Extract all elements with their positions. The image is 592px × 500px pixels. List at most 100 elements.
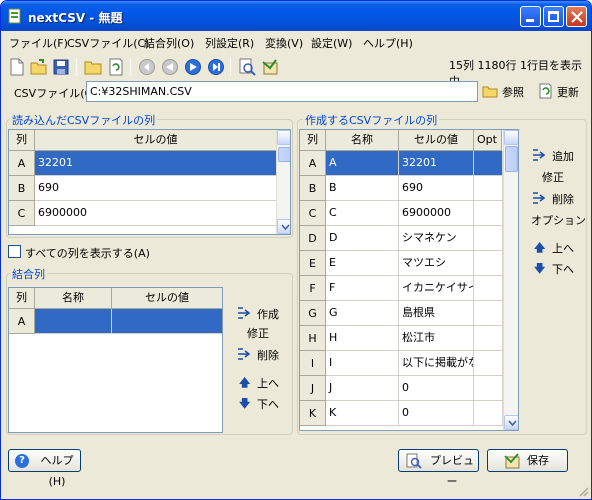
minimize-button[interactable] [520,6,541,27]
table-cell-opt[interactable] [474,176,503,201]
table-cell[interactable]: 690 [399,176,474,201]
row-header[interactable]: E [300,251,326,276]
first-record-icon[interactable] [138,58,156,76]
loaded-columns-grid[interactable]: 列 セルの値 A 32201 B 690 C 6900000 [8,129,291,235]
table-cell[interactable]: 松江市 [399,326,474,351]
export-icon[interactable] [261,58,279,76]
joined-columns-grid[interactable]: 列 名称 セルの値 A [8,287,223,433]
column-header[interactable]: セルの値 [35,130,277,151]
table-cell[interactable]: シマネケン [399,226,474,251]
table-cell-opt[interactable] [474,401,503,426]
reload-icon[interactable] [107,58,125,76]
row-header[interactable]: A [300,151,326,176]
create-join-button[interactable]: 作成 [237,305,289,321]
move-up-join-button[interactable]: 🡅 上へ [239,374,283,390]
move-down-join-button[interactable]: 🡇 下へ [239,395,283,411]
row-header[interactable]: D [300,226,326,251]
modify-column-button[interactable]: 修正 [542,169,564,185]
row-header[interactable]: F [300,276,326,301]
maximize-button[interactable] [543,6,564,27]
table-cell[interactable] [112,309,222,334]
table-cell[interactable]: I [326,351,399,376]
delete-join-button[interactable]: 削除 [237,346,289,362]
table-cell[interactable]: 6900000 [399,201,474,226]
table-cell-opt[interactable] [474,201,503,226]
table-cell[interactable]: A [326,151,399,176]
table-cell-opt[interactable] [474,376,503,401]
show-all-columns-checkbox[interactable]: すべての列を表示する(A) [8,244,198,260]
table-cell[interactable]: イカニケイサイガナ [399,276,474,301]
menu-join-columns[interactable]: 結合列(O) [144,35,194,51]
scroll-up-button[interactable] [277,130,290,145]
row-header[interactable]: G [300,301,326,326]
table-cell[interactable]: 6900000 [35,201,277,226]
modify-join-button[interactable]: 修正 [247,325,269,341]
row-header[interactable]: C [300,201,326,226]
table-cell[interactable]: 0 [399,401,474,426]
scroll-down-button[interactable] [277,219,290,234]
scroll-up-button[interactable] [504,130,518,145]
row-header[interactable]: C [9,201,35,226]
table-cell[interactable]: 690 [35,176,277,201]
vertical-scrollbar[interactable] [276,130,290,234]
previous-record-icon[interactable] [161,58,179,76]
table-cell[interactable]: 以下に掲載がな [399,351,474,376]
column-header[interactable]: 名称 [326,130,399,151]
row-header[interactable]: B [300,176,326,201]
column-header[interactable]: 列 [9,288,35,309]
table-cell-opt[interactable] [474,301,503,326]
row-header[interactable]: B [9,176,35,201]
table-cell[interactable]: 32201 [399,151,474,176]
table-cell-opt[interactable] [474,351,503,376]
folder-icon[interactable] [84,58,102,76]
row-header[interactable]: J [300,376,326,401]
table-cell[interactable] [35,309,112,334]
table-cell[interactable]: 島根県 [399,301,474,326]
table-cell-opt[interactable] [474,251,503,276]
table-cell[interactable]: E [326,251,399,276]
table-cell[interactable]: K [326,401,399,426]
option-button[interactable]: オプション [531,212,586,228]
column-header[interactable]: セルの値 [399,130,474,151]
preview-button[interactable]: プレビュー [398,449,479,488]
output-columns-grid[interactable]: 列 名称 セルの値 Opt A A 32201 B B 690 C C 6900000 D D シマネ… [299,129,519,431]
column-header[interactable]: セルの値 [112,288,222,309]
table-cell[interactable]: B [326,176,399,201]
browse-button[interactable]: 参照 [482,81,530,101]
row-header[interactable]: K [300,401,326,426]
menu-help[interactable]: ヘルプ(H) [363,35,413,51]
table-cell-opt[interactable] [474,151,503,176]
table-cell-opt[interactable] [474,226,503,251]
row-header[interactable]: I [300,351,326,376]
preview-icon[interactable] [238,58,256,76]
next-record-icon[interactable] [184,58,202,76]
refresh-button[interactable]: 更新 [537,81,585,101]
title-bar[interactable]: nextCSV - 無題 [1,1,591,31]
delete-column-button[interactable]: 削除 [532,190,584,206]
table-cell[interactable]: J [326,376,399,401]
table-cell[interactable]: 32201 [35,151,277,176]
resize-grip-icon[interactable] [577,485,589,497]
menu-csv-file[interactable]: CSVファイル(C) [67,35,149,51]
table-cell-opt[interactable] [474,326,503,351]
table-cell[interactable]: D [326,226,399,251]
save-button[interactable]: 保存 [487,449,568,472]
menu-settings[interactable]: 設定(W) [311,35,352,51]
table-cell[interactable]: F [326,276,399,301]
table-cell[interactable]: 0 [399,376,474,401]
table-cell[interactable]: H [326,326,399,351]
save-icon[interactable] [52,58,70,76]
scroll-thumb[interactable] [278,147,290,162]
column-header[interactable]: 列 [300,130,326,151]
help-button[interactable]: ? ヘルプ(H) [8,449,81,488]
menu-column-settings[interactable]: 列設定(R) [205,35,254,51]
column-header[interactable]: Opt [474,130,502,151]
csv-path-input[interactable] [86,81,478,102]
last-record-icon[interactable] [207,58,225,76]
move-up-column-button[interactable]: 🡅 上へ [534,239,578,255]
new-file-icon[interactable] [8,58,26,76]
scroll-down-button[interactable] [504,415,518,430]
column-header[interactable]: 名称 [35,288,112,309]
open-file-icon[interactable] [30,58,48,76]
menu-file[interactable]: ファイル(F) [9,35,68,51]
